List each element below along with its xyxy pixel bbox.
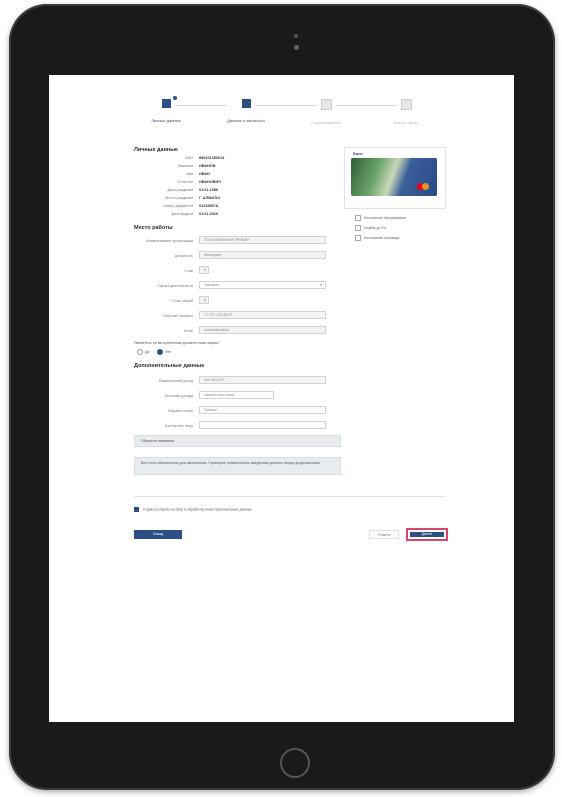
section-personal-title: Личные данные [134,147,178,153]
work-label: Стаж общий [172,299,193,303]
notice-box: Обратите внимание [134,435,341,447]
radio-icon[interactable] [137,349,143,355]
back-button[interactable]: Назад [134,530,182,539]
income-field[interactable]: 350 000 KZT [199,376,326,384]
card-brand: Банк [353,151,363,156]
personal-label: Фамилия [177,164,193,168]
checkbox-checked-icon[interactable] [134,507,139,512]
experience-field[interactable]: 5 [199,266,209,274]
next-button-highlight[interactable]: Далее [406,528,448,541]
step-1-label: Личные данные [151,118,181,123]
step-2-icon [241,99,251,108]
step-4[interactable]: Выбор карты [371,93,441,125]
personal-value: Г. АЛМАТЫ [199,196,220,200]
stepper: Личные данные Данные о занятости Подтвер… [131,93,457,133]
personal-value: ИВАН [199,172,210,176]
personal-value: 01.01.2020 [199,212,219,216]
radio-selected-icon[interactable] [157,349,163,355]
personal-label: Номер документа [163,204,193,208]
contact-person-field[interactable] [199,421,326,429]
radio-no[interactable]: Нет [157,349,171,355]
personal-value: 012345678 [199,204,219,208]
consent-checkbox[interactable]: Я даю согласие на сбор и обработку моих … [134,507,252,512]
step-1-done-indicator [173,96,177,100]
work-phone-field[interactable]: +7 777 123 45 67 [199,311,326,319]
personal-value: 01.01.1989 [199,188,219,192]
cancel-button[interactable]: Отмена [369,530,399,539]
step-3-icon [320,99,332,110]
personal-label: Дата выдачи [171,212,193,216]
radio-yes[interactable]: Да [137,349,149,355]
step-4-icon [400,99,412,110]
income-label: Источник дохода [164,394,193,398]
info-box: Все поля обязательны для заполнения. Про… [134,457,341,475]
step-2[interactable]: Данные о занятости [211,93,281,123]
personal-label: Имя [186,172,193,176]
camera-icon [294,34,298,38]
step-1-icon [161,99,171,108]
work-label: Email [184,329,193,333]
divider [134,496,446,497]
position-field[interactable]: Менеджер [199,251,326,259]
work-label: Стаж [184,269,193,273]
code-word-field[interactable]: Пример [199,406,326,414]
income-label: Кодовое слово [168,409,193,413]
checkbox-icon[interactable] [355,225,361,231]
card-image [351,158,437,196]
card-option[interactable]: Бесплатные переводы [355,235,435,241]
next-button[interactable]: Далее [410,532,444,537]
personal-label: Дата рождения [167,188,193,192]
personal-label: Отчество [177,180,193,184]
chevron-down-icon: ▾ [319,282,322,287]
step-1[interactable]: Личные данные [131,93,201,123]
income-label: Ежемесячный доход [158,379,193,383]
personal-value: ИВАНОВИЧ [199,180,221,184]
checkbox-icon[interactable] [355,235,361,241]
personal-value: ИВАНОВ [199,164,216,168]
step-2-label: Данные о занятости [227,118,265,123]
app-screen: Личные данные Данные о занятости Подтвер… [49,75,514,722]
email-field[interactable]: ivanov@mail.kz [199,326,326,334]
personal-label: ИИН [185,156,193,160]
home-button[interactable] [280,748,310,778]
step-3[interactable]: Подтверждение [291,93,361,125]
section-income-title: Дополнительные данные [134,363,205,369]
income-source-field[interactable]: Заработная плата [199,391,274,399]
sensor-icon [294,45,299,50]
card-preview: Банк [344,147,446,209]
pep-question: Являетесь ли вы публичным должностным ли… [134,341,220,345]
income-label: Контактное лицо [164,424,193,428]
personal-value: 890101350614 [199,156,225,160]
organization-field[interactable]: ТОО КОМПАНИЯ ПРИМЕР [199,236,326,244]
card-option[interactable]: Бесплатное обслуживание [355,215,435,221]
checkbox-icon[interactable] [355,215,361,221]
step-4-label: Выбор карты [393,120,419,125]
work-label: Должность [174,254,193,258]
industry-select[interactable]: Торговля ▾ [199,281,326,289]
work-label: Сфера деятельности [157,284,193,288]
section-work-title: Место работы [134,225,173,231]
work-label: Рабочий телефон [163,314,193,318]
card-option[interactable]: Кэшбэк до 5% [355,225,435,231]
mastercard-icon [417,183,429,190]
total-experience-field[interactable]: 8 [199,296,209,304]
step-3-label: Подтверждение [311,120,341,125]
personal-label: Место рождения [165,196,193,200]
work-label: Наименование организации [146,239,193,243]
